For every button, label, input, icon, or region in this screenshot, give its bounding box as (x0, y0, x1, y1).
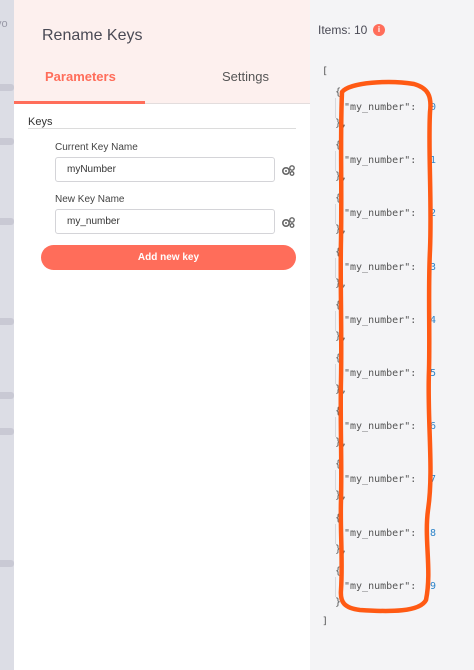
section-divider (28, 128, 296, 129)
json-item-key: "my_number": (344, 527, 417, 539)
json-item-value: 0 (430, 102, 437, 113)
json-item-key: "my_number": (344, 314, 417, 326)
background-bar (0, 428, 14, 435)
output-panel: Items: 10 i [ {"my_number": 0},{"my_numbe… (310, 0, 474, 670)
new-key-input[interactable]: my_number (55, 209, 275, 234)
json-item-close-brace: }, (335, 330, 348, 342)
json-item-open-brace: { (335, 353, 342, 364)
json-item-close-brace: }, (335, 437, 348, 449)
indent-guide (335, 523, 336, 544)
json-item-open-brace: { (335, 565, 342, 577)
json-item-key: "my_number": (344, 208, 417, 220)
node-title[interactable]: Rename Keys (42, 27, 143, 45)
json-item-value: 4 (430, 314, 437, 326)
indent-guide (335, 364, 336, 384)
json-open-bracket: [ (322, 66, 329, 77)
json-item-value: 5 (430, 368, 437, 379)
background-bar (0, 560, 14, 567)
json-item-open-brace: { (335, 406, 342, 418)
info-icon[interactable]: i (373, 24, 385, 36)
current-key-input[interactable]: myNumber (55, 157, 275, 182)
json-item-close-brace: }, (335, 171, 348, 183)
json-item-key: "my_number": (344, 155, 417, 167)
indent-guide (335, 151, 336, 172)
background-text: vo (0, 18, 8, 30)
json-item-value: 1 (430, 155, 437, 167)
json-item-key: "my_number": (344, 102, 417, 113)
json-item-value: 9 (430, 580, 437, 592)
indent-guide (335, 417, 336, 438)
json-item-open-brace: { (335, 87, 342, 98)
current-key-label: Current Key Name (55, 142, 138, 153)
json-item-open-brace: { (335, 299, 342, 311)
json-item-key: "my_number": (344, 261, 417, 273)
background-bar (0, 138, 14, 145)
json-item-key: "my_number": (344, 580, 417, 592)
json-item-value: 7 (430, 474, 437, 486)
json-item-open-brace: { (335, 512, 342, 524)
background-canvas: vo (0, 0, 14, 670)
new-key-options-gear-icon[interactable] (281, 215, 296, 230)
tab-parameters[interactable]: Parameters (45, 69, 116, 84)
indent-guide (335, 470, 336, 491)
json-item-value: 8 (430, 527, 437, 539)
background-bar (0, 318, 14, 325)
json-item-close-brace: }, (335, 543, 348, 555)
json-item-close-brace: }, (335, 490, 348, 502)
indent-guide (335, 98, 336, 118)
json-item-close-brace: }, (335, 277, 348, 289)
json-item-open-brace: { (335, 140, 342, 152)
node-settings-panel: Rename Keys Parameters Settings Keys Cur… (14, 0, 310, 670)
indent-guide (335, 204, 336, 225)
json-item-open-brace: { (335, 193, 342, 205)
panel-header: Rename Keys Parameters Settings (14, 0, 310, 104)
new-key-label: New Key Name (55, 194, 125, 205)
indent-guide (335, 257, 336, 278)
json-item-value: 6 (430, 421, 437, 433)
tab-settings[interactable]: Settings (222, 69, 269, 84)
background-bar (0, 392, 14, 399)
json-item-open-brace: { (335, 459, 342, 471)
items-count: Items: 10 (318, 23, 368, 37)
json-item-close-brace: } (335, 596, 342, 608)
json-item-key: "my_number": (344, 474, 417, 486)
background-bar (0, 84, 14, 91)
keys-section-label: Keys (28, 116, 53, 128)
json-item-value: 3 (430, 261, 437, 273)
json-item-open-brace: { (335, 246, 342, 258)
json-item-close-brace: }, (335, 224, 348, 236)
indent-guide (335, 310, 336, 331)
add-new-key-button[interactable]: Add new key (41, 245, 296, 270)
json-item-close-brace: }, (335, 118, 348, 129)
json-item-value: 2 (430, 208, 437, 220)
json-item-key: "my_number": (344, 368, 417, 379)
indent-guide (335, 576, 336, 597)
json-item-close-brace: }, (335, 384, 348, 395)
current-key-options-gear-icon[interactable] (281, 163, 296, 178)
json-close-bracket: ] (322, 616, 329, 627)
json-item-key: "my_number": (344, 421, 417, 433)
active-tab-indicator (14, 101, 145, 104)
background-bar (0, 218, 14, 225)
